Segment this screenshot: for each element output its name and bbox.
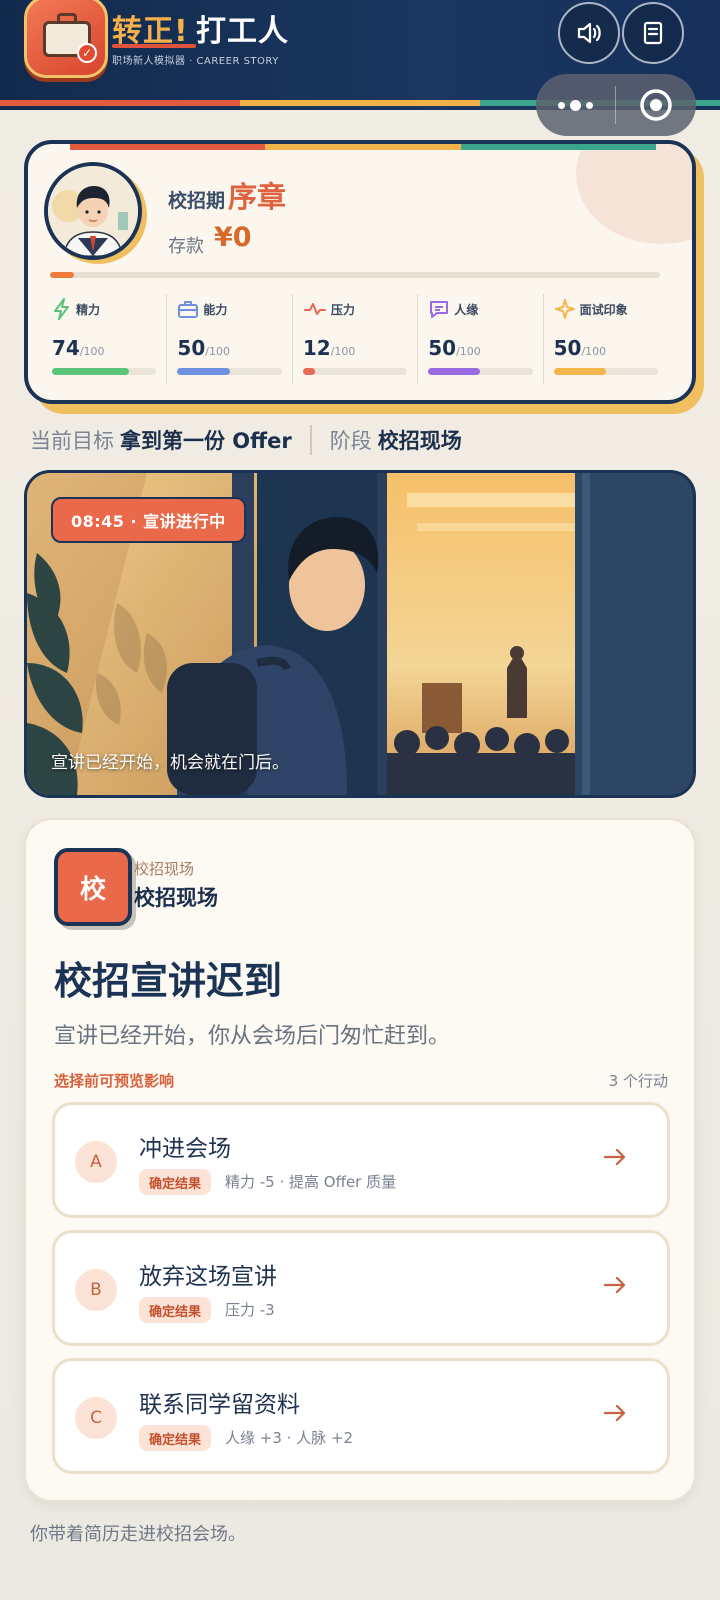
- option-title: 冲进会场: [139, 1136, 231, 1162]
- card-top-stripe: [70, 144, 656, 150]
- profile-card: 校招期 序章 存款 ¥0 精力 74/100 能力 50/100 压力 12/1…: [24, 140, 696, 404]
- stat-name: 压力: [330, 302, 355, 317]
- app-title: 打工人: [196, 14, 289, 49]
- app-subtitle: 职场新人模拟器 · CAREER STORY: [112, 56, 279, 67]
- option-effect: 精力 -5 · 提高 Offer 质量: [225, 1173, 397, 1191]
- event-title: 校招宣讲迟到: [54, 959, 283, 1003]
- option-effect: 压力 -3: [225, 1301, 275, 1319]
- stat-max: /100: [581, 345, 607, 358]
- event-card: 校 校招现场 校招现场 校招宣讲迟到 宣讲已经开始，你从会场后门匆忙赶到。 选择…: [24, 818, 696, 1502]
- goal-value: 拿到第一份 Offer: [120, 429, 292, 453]
- stat-bar-fill: [302, 368, 316, 375]
- option-c[interactable]: C 联系同学留资料 确定结果 人缘 +3 · 人脉 +2: [52, 1358, 670, 1474]
- sound-button[interactable]: [558, 2, 620, 64]
- stat-max: /100: [79, 345, 105, 358]
- story-log-text: 你带着简历走进校招会场。: [30, 1524, 246, 1545]
- arrow-right-icon: [603, 1404, 626, 1422]
- goal-divider: [309, 425, 312, 455]
- stat-value: 50: [177, 336, 206, 360]
- stage-value: 校招现场: [377, 429, 462, 453]
- arrow-right-icon: [603, 1148, 626, 1166]
- phase-label: 校招期: [168, 190, 226, 212]
- stat-name: 面试印象: [579, 302, 628, 317]
- stat-stress[interactable]: 压力 12/100: [291, 294, 417, 384]
- option-result-tag: 确定结果: [139, 1425, 212, 1451]
- option-effect: 人缘 +3 · 人脉 +2: [225, 1429, 354, 1447]
- event-location: 校招现场: [134, 886, 218, 910]
- event-category-badge: 校: [54, 848, 132, 926]
- event-kicker: 校招现场: [134, 860, 195, 878]
- stat-max: /100: [456, 345, 481, 358]
- stat-name: 人缘: [454, 302, 479, 317]
- card-decoration: [576, 144, 692, 244]
- scene-caption: 宣讲已经开始，机会就在门后。: [51, 753, 289, 773]
- stat-bar-fill: [428, 368, 481, 375]
- savings-value: ¥0: [214, 222, 252, 253]
- stat-ability[interactable]: 能力 50/100: [166, 294, 291, 384]
- stat-popularity[interactable]: 人缘 50/100: [417, 294, 542, 384]
- action-count: 3 个行动: [608, 1072, 668, 1090]
- bolt-icon: [54, 298, 69, 320]
- phase-progress-fill: [50, 272, 75, 278]
- option-title: 联系同学留资料: [139, 1392, 300, 1418]
- option-letter: C: [75, 1397, 117, 1439]
- preview-hint: 选择前可预览影响: [54, 1072, 175, 1090]
- stat-bar: [428, 368, 533, 375]
- stat-value: 74: [52, 336, 80, 360]
- notebook-icon: [643, 21, 663, 45]
- stats-row: 精力 74/100 能力 50/100 压力 12/100 人缘 50/100 …: [50, 294, 668, 384]
- stat-max: /100: [330, 345, 356, 358]
- option-b[interactable]: B 放弃这场宣讲 确定结果 压力 -3: [52, 1230, 670, 1346]
- stat-energy[interactable]: 精力 74/100: [50, 294, 166, 384]
- goal-line: 当前目标 拿到第一份 Offer 阶段 校招现场: [30, 424, 462, 456]
- stat-interview-impression[interactable]: 面试印象 50/100: [542, 294, 668, 384]
- scene-illustration: 08:45 · 宣讲进行中 宣讲已经开始，机会就在门后。: [24, 470, 696, 798]
- avatar[interactable]: [44, 162, 142, 260]
- stat-bar-fill: [52, 368, 130, 375]
- phase-name: 序章: [228, 180, 287, 214]
- title-underline: [112, 44, 196, 48]
- stage-label: 阶段: [329, 429, 372, 453]
- chat-icon: [430, 301, 449, 318]
- stat-value: 12: [302, 336, 331, 360]
- goal-label: 当前目标: [30, 429, 114, 453]
- savings-label: 存款: [168, 236, 204, 257]
- stat-bar: [302, 368, 408, 375]
- stat-name: 精力: [76, 302, 101, 317]
- option-a[interactable]: A 冲进会场 确定结果 精力 -5 · 提高 Offer 质量: [52, 1102, 670, 1218]
- stat-bar: [553, 368, 659, 375]
- phase-progress-bar: [50, 272, 660, 278]
- stat-bar-fill: [177, 368, 230, 375]
- log-button[interactable]: [622, 2, 684, 64]
- option-result-tag: 确定结果: [139, 1169, 212, 1195]
- stat-value: 50: [553, 336, 582, 360]
- stat-bar: [52, 368, 157, 375]
- stat-bar: [177, 368, 282, 375]
- option-result-tag: 确定结果: [139, 1297, 212, 1323]
- time-status-badge: 08:45 · 宣讲进行中: [51, 497, 246, 543]
- option-title: 放弃这场宣讲: [139, 1264, 277, 1290]
- speaker-icon: [577, 22, 601, 44]
- miniapp-capsule: [536, 74, 696, 136]
- arrow-right-icon: [603, 1276, 626, 1294]
- stat-max: /100: [205, 345, 230, 358]
- stat-value: 50: [428, 336, 457, 360]
- briefcase-icon: [178, 301, 199, 318]
- stat-name: 能力: [203, 302, 228, 317]
- option-letter: B: [75, 1269, 117, 1311]
- more-icon[interactable]: [536, 99, 615, 111]
- target-icon[interactable]: [616, 87, 695, 123]
- event-description: 宣讲已经开始，你从会场后门匆忙赶到。: [54, 1024, 451, 1049]
- pulse-icon: [303, 303, 326, 315]
- stat-bar-fill: [553, 368, 606, 375]
- briefcase-icon: ✓: [24, 0, 108, 78]
- sparkle-icon: [554, 299, 575, 319]
- option-letter: A: [75, 1141, 117, 1183]
